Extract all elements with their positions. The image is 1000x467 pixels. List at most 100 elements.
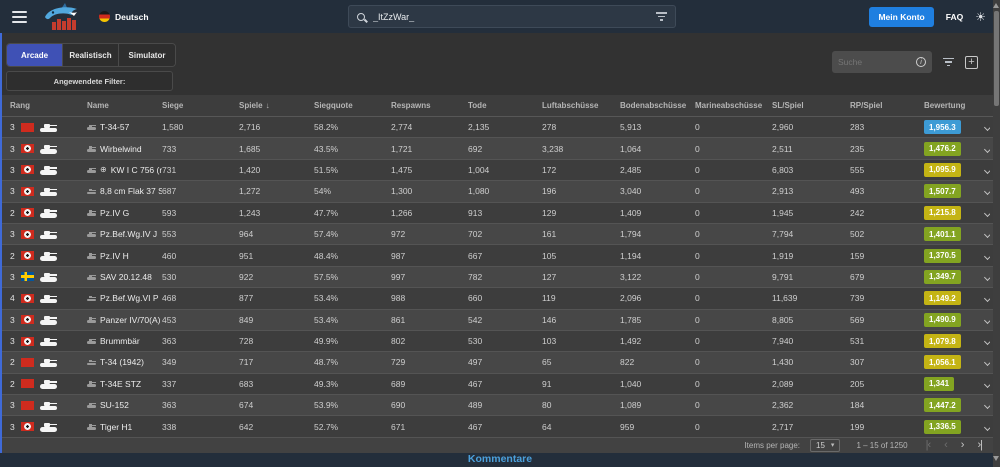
chevron-down-icon[interactable] <box>984 252 990 259</box>
chevron-down-icon[interactable] <box>984 295 990 302</box>
vehicle-name[interactable]: Panzer IV/70(A) <box>100 315 160 325</box>
vehicle-name[interactable]: T-34-57 <box>100 122 129 132</box>
faq-link[interactable]: FAQ <box>946 12 963 22</box>
previous-page-icon[interactable]: ‹ <box>944 440 947 451</box>
chevron-down-icon[interactable] <box>984 338 990 345</box>
table-row[interactable]: 3 ⊕ Panzer IV/70(A) 453 849 53.4% 861 54… <box>2 310 1000 331</box>
col-siege[interactable]: Siege <box>162 101 239 110</box>
luftabschuesse-value: 196 <box>542 186 620 196</box>
table-row[interactable]: 2 ⊕ Pz.IV G 593 1,243 47.7% 1,266 913 12… <box>2 203 1000 224</box>
rank-value: 3 <box>10 122 15 132</box>
table-row[interactable]: 3 ⊕ Wirbelwind 733 1,685 43.5% 1,721 692… <box>2 138 1000 159</box>
scroll-down-icon[interactable] <box>993 456 999 461</box>
chevron-down-icon[interactable] <box>984 317 990 324</box>
comments-link[interactable]: Kommentare <box>468 453 532 466</box>
vehicle-class-icon <box>40 357 57 367</box>
rating-badge: 1,490.9 <box>924 313 961 327</box>
col-siegquote[interactable]: Siegquote <box>314 101 391 110</box>
tab-realistisch[interactable]: Realistisch <box>63 44 119 66</box>
table-row[interactable]: 3 ⊕ 8,8 cm Flak 37 Sfl. 687 1,272 54% 1,… <box>2 181 1000 202</box>
table-row[interactable]: 4 ⊕ Pz.Bef.Wg.VI P 468 877 53.4% 988 660… <box>2 288 1000 309</box>
table-row[interactable]: 3 ⊕ SAV 20.12.48 530 922 57.5% 997 782 1… <box>2 267 1000 288</box>
chevron-down-icon[interactable] <box>984 146 990 153</box>
my-account-button[interactable]: Mein Konto <box>869 7 933 27</box>
col-bewertung[interactable]: Bewertung <box>924 101 984 110</box>
chevron-down-icon[interactable] <box>984 402 990 409</box>
vehicle-name[interactable]: Tiger H1 <box>100 422 132 432</box>
language-selector[interactable]: Deutsch <box>99 11 149 22</box>
vehicle-name[interactable]: 8,8 cm Flak 37 Sfl. <box>100 186 162 196</box>
tode-value: 530 <box>468 336 542 346</box>
search-filter-icon[interactable] <box>656 12 667 21</box>
col-tode[interactable]: Tode <box>468 101 542 110</box>
language-label: Deutsch <box>115 12 149 22</box>
chevron-down-icon[interactable] <box>984 381 990 388</box>
vehicle-name[interactable]: Pz.Bef.Wg.IV J <box>100 229 157 239</box>
table-row[interactable]: 2 ⊕ Pz.IV H 460 951 48.4% 987 667 105 1,… <box>2 245 1000 266</box>
table-row[interactable]: 3 ⊕ Tiger H1 338 642 52.7% 671 467 64 95… <box>2 416 1000 437</box>
chevron-down-icon[interactable] <box>984 188 990 195</box>
chevron-down-icon[interactable] <box>984 210 990 217</box>
vehicle-name[interactable]: Brummbär <box>100 336 140 346</box>
chevron-down-icon[interactable] <box>984 124 990 131</box>
vehicle-name[interactable]: SU-152 <box>100 400 129 410</box>
chevron-down-icon[interactable] <box>984 231 990 238</box>
add-column-icon[interactable]: + <box>965 56 978 69</box>
table-row[interactable]: 3 ⊕ KW I C 756 (r) 731 1,420 51.5% 1,475… <box>2 160 1000 181</box>
shark-logo-icon[interactable] <box>41 3 87 30</box>
col-rp-spiel[interactable]: RP/Spiel <box>850 101 924 110</box>
chevron-down-icon[interactable] <box>984 359 990 366</box>
marineabschuesse-value: 0 <box>695 315 772 325</box>
next-page-icon[interactable]: › <box>961 440 964 451</box>
tab-arcade[interactable]: Arcade <box>7 44 63 66</box>
country-flag-icon <box>21 165 34 174</box>
col-luftabschuesse[interactable]: Luftabschüsse <box>542 101 620 110</box>
info-icon[interactable]: i <box>916 57 926 67</box>
player-search-input[interactable] <box>373 12 656 22</box>
col-rang[interactable]: Rang <box>10 101 87 110</box>
table-row[interactable]: 2 ⊕ T-34E STZ 337 683 49.3% 689 467 91 1… <box>2 374 1000 395</box>
chevron-down-icon[interactable] <box>984 424 990 431</box>
page-scrollbar[interactable] <box>993 0 1000 467</box>
vehicle-name[interactable]: Wirbelwind <box>100 144 142 154</box>
column-filter-icon[interactable] <box>943 58 954 67</box>
vehicle-name[interactable]: T-34E STZ <box>100 379 141 389</box>
chevron-down-icon[interactable] <box>984 274 990 281</box>
chevron-down-icon[interactable] <box>984 167 990 174</box>
theme-toggle-icon[interactable]: ☀ <box>975 11 986 23</box>
vehicle-name[interactable]: SAV 20.12.48 <box>100 272 152 282</box>
col-spiele[interactable]: Spiele↓ <box>239 101 314 110</box>
items-per-page-select[interactable]: 15 ▾ <box>810 439 840 452</box>
rank-value: 2 <box>10 357 15 367</box>
table-row[interactable]: 2 ⊕ T-34 (1942) 349 717 48.7% 729 497 65… <box>2 352 1000 373</box>
rating-badge: 1,336.5 <box>924 420 961 434</box>
table-search-input[interactable] <box>838 57 916 67</box>
country-flag-icon <box>21 401 34 410</box>
tab-simulator[interactable]: Simulator <box>119 44 175 66</box>
col-bodenabschuesse[interactable]: Bodenabschüsse <box>620 101 695 110</box>
first-page-icon[interactable]: |‹ <box>926 440 931 451</box>
applied-filters-box[interactable]: Angewendete Filter: <box>6 71 173 91</box>
last-page-icon[interactable]: ›| <box>977 440 982 451</box>
sl-spiel-value: 7,794 <box>772 229 850 239</box>
col-sl-spiel[interactable]: SL/Spiel <box>772 101 850 110</box>
scrollbar-thumb[interactable] <box>994 11 999 106</box>
table-controls: i + <box>832 51 978 73</box>
col-respawns[interactable]: Respawns <box>391 101 468 110</box>
pagination-bar: Items per page: 15 ▾ 1 – 15 of 1250 |‹ ‹… <box>2 438 1000 453</box>
table-row[interactable]: 3 ⊕ SU-152 363 674 53.9% 690 489 80 1,08… <box>2 395 1000 416</box>
marineabschuesse-value: 0 <box>695 251 772 261</box>
vehicle-name[interactable]: T-34 (1942) <box>100 357 144 367</box>
table-row[interactable]: 3 ⊕ Brummbär 363 728 49.9% 802 530 103 1… <box>2 331 1000 352</box>
menu-icon[interactable] <box>12 11 27 23</box>
vehicle-name[interactable]: Pz.IV G <box>100 208 129 218</box>
table-row[interactable]: 3 ⊕ T-34-57 1,580 2,716 58.2% 2,774 2,13… <box>2 117 1000 138</box>
spiele-value: 683 <box>239 379 314 389</box>
vehicle-name[interactable]: Pz.IV H <box>100 251 129 261</box>
scroll-up-icon[interactable] <box>993 3 999 8</box>
vehicle-name[interactable]: Pz.Bef.Wg.VI P <box>100 293 159 303</box>
col-name[interactable]: Name <box>87 101 162 110</box>
vehicle-name[interactable]: KW I C 756 (r) <box>111 165 162 175</box>
col-marineabschuesse[interactable]: Marineabschüsse <box>695 101 772 110</box>
table-row[interactable]: 3 ⊕ Pz.Bef.Wg.IV J 553 964 57.4% 972 702… <box>2 224 1000 245</box>
